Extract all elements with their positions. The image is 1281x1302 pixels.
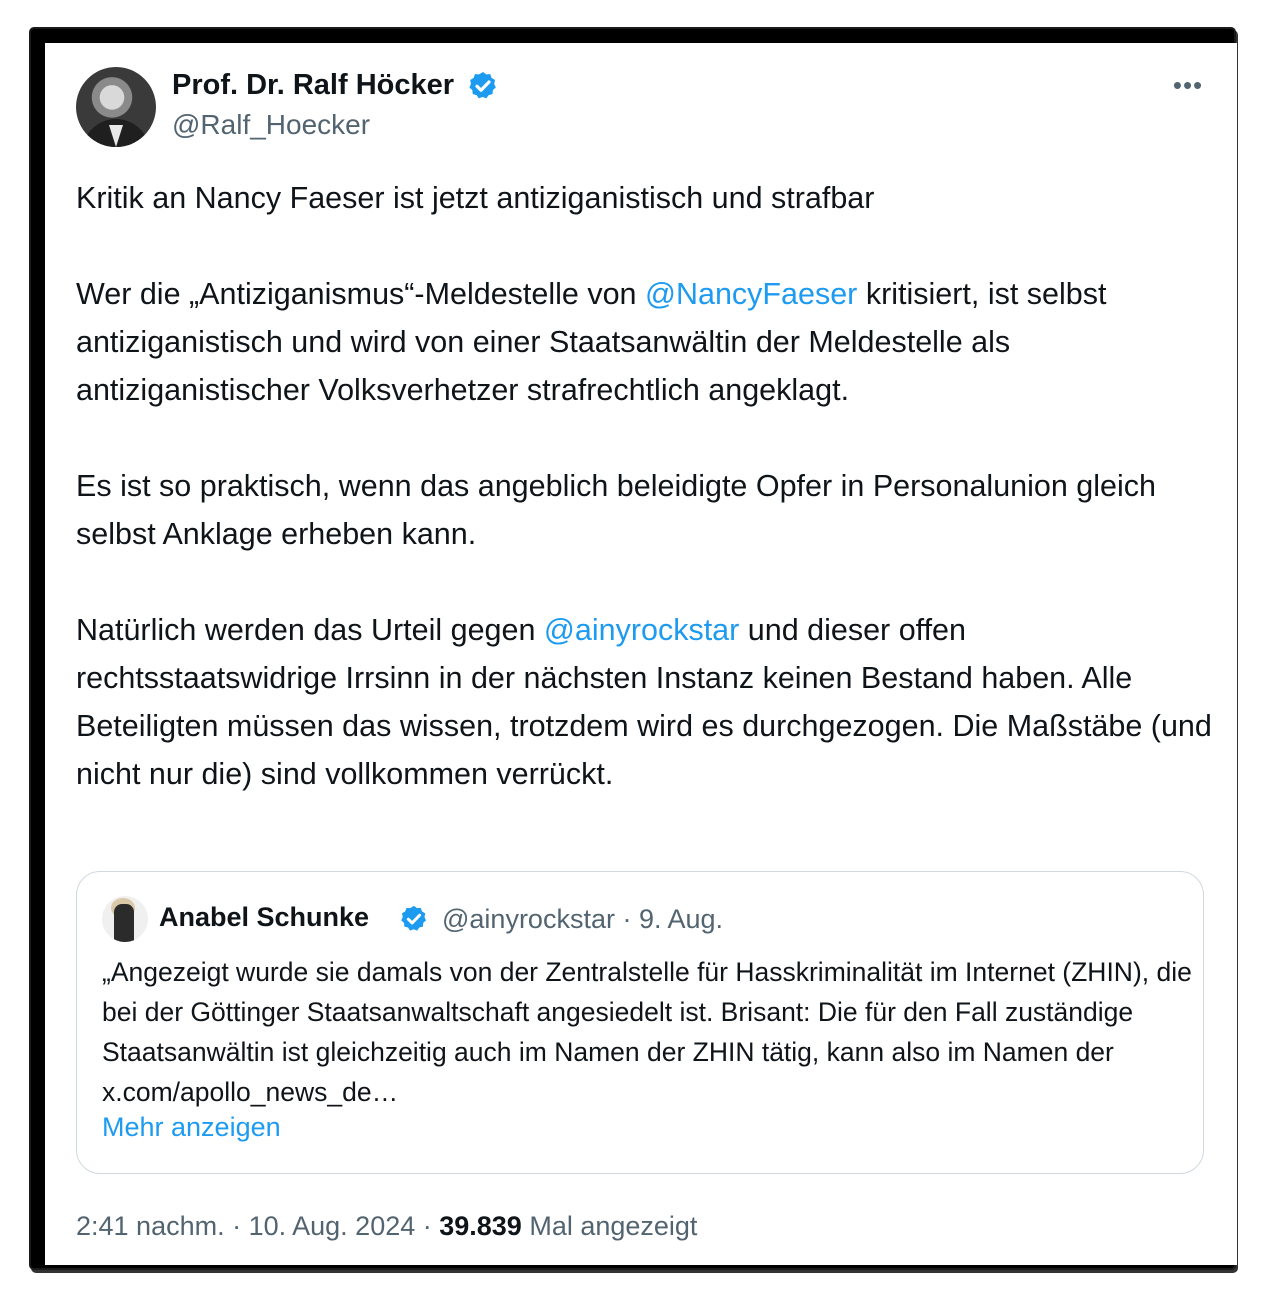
author-avatar[interactable] [76,67,156,147]
more-options-icon[interactable]: ••• [1170,71,1206,99]
verified-badge-icon [401,905,426,931]
tweet-text-segment: Wer die „Antiziganismus“-Meldestelle von [76,277,645,311]
tweet-paragraph-4: Natürlich werden das Urteil gegen @ainyr… [76,606,1216,798]
avatar-figure [114,904,134,942]
author-handle[interactable]: @Ralf_Hoecker [172,109,370,141]
tweet-card: Prof. Dr. Ralf Höcker @Ralf_Hoecker ••• … [45,43,1237,1265]
mention-link-ainyrockstar[interactable]: @ainyrockstar [544,613,739,647]
author-name[interactable]: Prof. Dr. Ralf Höcker [172,69,454,102]
verified-badge-icon [469,72,496,99]
quoted-handle-date[interactable]: @ainyrockstar · 9. Aug. [442,904,723,935]
quoted-author-name[interactable]: Anabel Schunke [159,902,369,933]
tweet-text: Kritik an Nancy Faeser ist jetzt antizig… [76,174,1216,798]
view-count-label: Mal angezeigt [521,1211,698,1241]
tweet-paragraph-1: Kritik an Nancy Faeser ist jetzt antizig… [76,181,875,215]
mention-link-nancyfaeser[interactable]: @NancyFaeser [645,277,857,311]
quoted-tweet-text: „Angezeigt wurde sie damals von der Zent… [102,957,1192,1107]
timestamp[interactable]: 2:41 nachm. · 10. Aug. 2024 · [76,1211,439,1241]
show-more-link[interactable]: Mehr anzeigen [102,1112,281,1143]
quoted-author-avatar[interactable] [102,896,148,942]
tweet-text-segment: Natürlich werden das Urteil gegen [76,613,544,647]
quoted-tweet[interactable]: Anabel Schunke @ainyrockstar · 9. Aug. „… [76,871,1204,1174]
tweet-meta: 2:41 nachm. · 10. Aug. 2024 · 39.839 Mal… [76,1211,697,1242]
view-count: 39.839 [439,1211,522,1241]
tweet-paragraph-3: Es ist so praktisch, wenn das angeblich … [76,469,1156,551]
tweet-paragraph-2: Wer die „Antiziganismus“-Meldestelle von… [76,270,1216,414]
